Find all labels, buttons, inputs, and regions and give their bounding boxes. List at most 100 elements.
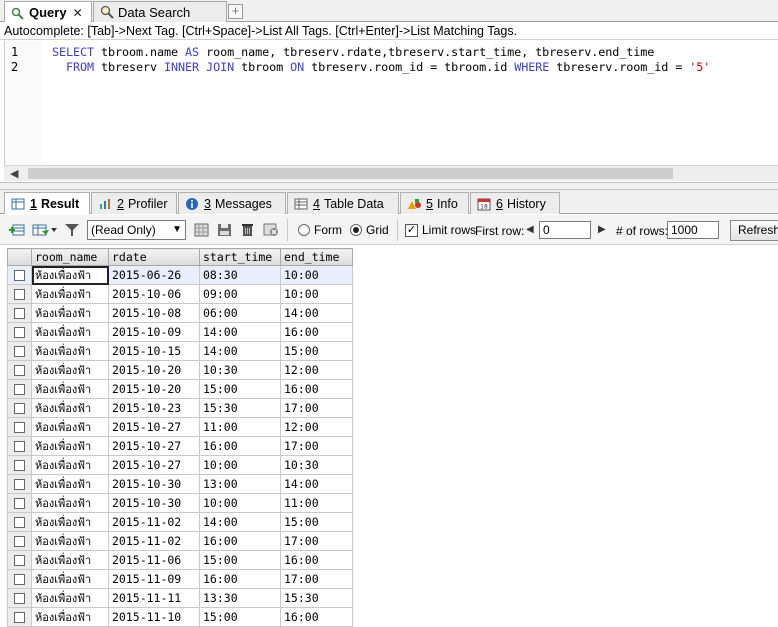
- cell-end-time[interactable]: 10:30: [280, 455, 353, 475]
- cell-end-time[interactable]: 11:00: [280, 493, 353, 513]
- row-select-checkbox[interactable]: [7, 284, 32, 304]
- cell-rdate[interactable]: 2015-11-10: [108, 607, 200, 627]
- tab-data-search[interactable]: Data Search: [93, 1, 227, 22]
- cell-rdate[interactable]: 2015-10-30: [108, 493, 200, 513]
- cell-room-name[interactable]: ห้องเพื่องฟ้า: [31, 455, 109, 475]
- cell-rdate[interactable]: 2015-10-20: [108, 379, 200, 399]
- tab-messages[interactable]: 3 Messages: [178, 192, 286, 214]
- cell-rdate[interactable]: 2015-11-11: [108, 588, 200, 608]
- table-row[interactable]: ห้องเพื่องฟ้า 2015-10-09 14:00 16:00: [7, 322, 353, 342]
- cell-room-name[interactable]: ห้องเพื่องฟ้า: [31, 569, 109, 589]
- delete-icon[interactable]: [240, 223, 256, 237]
- new-tab-button[interactable]: +: [228, 4, 243, 19]
- cell-end-time[interactable]: 15:00: [280, 512, 353, 532]
- tab-history[interactable]: 18 6 History: [470, 192, 560, 214]
- cell-start-time[interactable]: 14:00: [199, 322, 281, 342]
- cell-end-time[interactable]: 16:00: [280, 322, 353, 342]
- cell-room-name[interactable]: ห้องเพื่องฟ้า: [31, 531, 109, 551]
- cell-room-name[interactable]: ห้องเพื่องฟ้า: [31, 379, 109, 399]
- cell-end-time[interactable]: 16:00: [280, 379, 353, 399]
- table-row[interactable]: ห้องเพื่องฟ้า 2015-06-26 08:30 10:00: [7, 265, 353, 285]
- column-header-end-time[interactable]: end_time: [280, 248, 353, 266]
- cell-room-name[interactable]: ห้องเพื่องฟ้า: [31, 493, 109, 513]
- table-row[interactable]: ห้องเพื่องฟ้า 2015-10-27 16:00 17:00: [7, 436, 353, 456]
- cell-start-time[interactable]: 10:00: [199, 455, 281, 475]
- cell-start-time[interactable]: 15:00: [199, 550, 281, 570]
- cell-rdate[interactable]: 2015-10-20: [108, 360, 200, 380]
- row-select-checkbox[interactable]: [7, 322, 32, 342]
- refresh-button[interactable]: Refresh: [730, 220, 778, 241]
- table-row[interactable]: ห้องเพื่องฟ้า 2015-10-27 11:00 12:00: [7, 417, 353, 437]
- close-icon[interactable]: ✕: [73, 6, 83, 20]
- cell-end-time[interactable]: 10:00: [280, 284, 353, 304]
- cell-start-time[interactable]: 16:00: [199, 531, 281, 551]
- cell-rdate[interactable]: 2015-11-06: [108, 550, 200, 570]
- cancel-changes-icon[interactable]: [263, 223, 279, 237]
- cell-rdate[interactable]: 2015-10-09: [108, 322, 200, 342]
- cell-start-time[interactable]: 15:00: [199, 607, 281, 627]
- row-select-checkbox[interactable]: [7, 417, 32, 437]
- cell-end-time[interactable]: 14:00: [280, 303, 353, 323]
- cell-room-name[interactable]: ห้องเพื่องฟ้า: [31, 417, 109, 437]
- row-select-checkbox[interactable]: [7, 379, 32, 399]
- cell-rdate[interactable]: 2015-10-30: [108, 474, 200, 494]
- row-select-checkbox[interactable]: [7, 550, 32, 570]
- row-select-checkbox[interactable]: [7, 341, 32, 361]
- grid-view-radio[interactable]: Grid: [350, 223, 389, 237]
- cell-room-name[interactable]: ห้องเพื่องฟ้า: [31, 265, 109, 285]
- row-select-checkbox[interactable]: [7, 569, 32, 589]
- cell-room-name[interactable]: ห้องเพื่องฟ้า: [31, 512, 109, 532]
- table-row[interactable]: ห้องเพื่องฟ้า 2015-10-30 10:00 11:00: [7, 493, 353, 513]
- table-row[interactable]: ห้องเพื่องฟ้า 2015-11-02 16:00 17:00: [7, 531, 353, 551]
- spin-left-icon[interactable]: ◀: [526, 224, 534, 235]
- column-header-rdate[interactable]: rdate: [108, 248, 200, 266]
- cell-end-time[interactable]: 17:00: [280, 569, 353, 589]
- cell-end-time[interactable]: 12:00: [280, 360, 353, 380]
- cell-start-time[interactable]: 14:00: [199, 512, 281, 532]
- cell-start-time[interactable]: 16:00: [199, 436, 281, 456]
- tab-result[interactable]: 1 Result: [4, 192, 90, 214]
- form-view-radio[interactable]: Form: [298, 223, 342, 237]
- cell-room-name[interactable]: ห้องเพื่องฟ้า: [31, 474, 109, 494]
- row-select-checkbox[interactable]: [7, 474, 32, 494]
- cell-rdate[interactable]: 2015-10-15: [108, 341, 200, 361]
- column-header-room-name[interactable]: room_name: [31, 248, 109, 266]
- row-select-checkbox[interactable]: [7, 398, 32, 418]
- cell-end-time[interactable]: 17:00: [280, 531, 353, 551]
- num-rows-input[interactable]: 1000: [667, 221, 719, 239]
- cell-start-time[interactable]: 13:30: [199, 588, 281, 608]
- cell-room-name[interactable]: ห้องเพื่องฟ้า: [31, 436, 109, 456]
- row-select-checkbox[interactable]: [7, 588, 32, 608]
- cell-rdate[interactable]: 2015-10-27: [108, 455, 200, 475]
- editor-horizontal-scrollbar[interactable]: ◀: [4, 165, 778, 181]
- cell-room-name[interactable]: ห้องเพื่องฟ้า: [31, 284, 109, 304]
- cell-start-time[interactable]: 14:00: [199, 341, 281, 361]
- cell-start-time[interactable]: 09:00: [199, 284, 281, 304]
- table-row[interactable]: ห้องเพื่องฟ้า 2015-11-09 16:00 17:00: [7, 569, 353, 589]
- row-select-checkbox[interactable]: [7, 493, 32, 513]
- cell-end-time[interactable]: 17:00: [280, 398, 353, 418]
- cell-room-name[interactable]: ห้องเพื่องฟ้า: [31, 550, 109, 570]
- tab-table-data[interactable]: 4 Table Data: [287, 192, 399, 214]
- cell-start-time[interactable]: 06:00: [199, 303, 281, 323]
- table-row[interactable]: ห้องเพื่องฟ้า 2015-10-20 10:30 12:00: [7, 360, 353, 380]
- cell-start-time[interactable]: 15:30: [199, 398, 281, 418]
- cell-end-time[interactable]: 16:00: [280, 550, 353, 570]
- cell-room-name[interactable]: ห้องเพื่องฟ้า: [31, 303, 109, 323]
- table-row[interactable]: ห้องเพื่องฟ้า 2015-11-06 15:00 16:00: [7, 550, 353, 570]
- result-grid[interactable]: room_name rdate start_time end_time ห้อง…: [7, 248, 353, 627]
- row-select-checkbox[interactable]: [7, 531, 32, 551]
- cell-start-time[interactable]: 10:30: [199, 360, 281, 380]
- table-row[interactable]: ห้องเพื่องฟ้า 2015-11-02 14:00 15:00: [7, 512, 353, 532]
- tab-info[interactable]: 5 Info: [400, 192, 469, 214]
- table-row[interactable]: ห้องเพื่องฟ้า 2015-11-10 15:00 16:00: [7, 607, 353, 627]
- table-row[interactable]: ห้องเพื่องฟ้า 2015-10-20 15:00 16:00: [7, 379, 353, 399]
- row-select-checkbox[interactable]: [7, 265, 32, 285]
- cell-start-time[interactable]: 13:00: [199, 474, 281, 494]
- row-select-checkbox[interactable]: [7, 607, 32, 627]
- table-row[interactable]: ห้องเพื่องฟ้า 2015-10-08 06:00 14:00: [7, 303, 353, 323]
- cell-start-time[interactable]: 08:30: [199, 265, 281, 285]
- pane-splitter[interactable]: [0, 182, 778, 190]
- cell-room-name[interactable]: ห้องเพื่องฟ้า: [31, 322, 109, 342]
- cell-rdate[interactable]: 2015-11-09: [108, 569, 200, 589]
